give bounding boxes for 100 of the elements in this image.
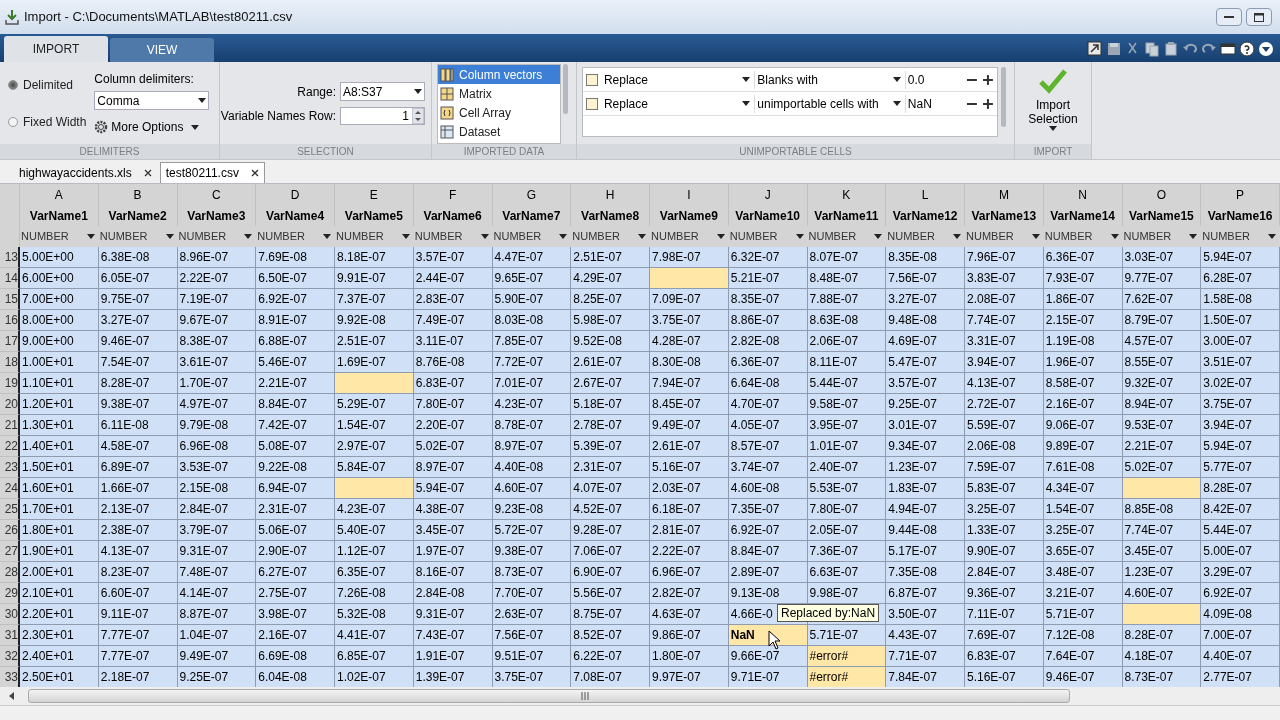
- caret-icon[interactable]: [86, 234, 95, 239]
- radio-button[interactable]: [8, 80, 18, 90]
- caret-icon[interactable]: [742, 77, 751, 82]
- expand-icon[interactable]: [1258, 41, 1274, 57]
- type-dropdown[interactable]: NUMBER: [413, 226, 493, 247]
- caret-icon[interactable]: [1110, 234, 1119, 239]
- checkbox[interactable]: [586, 97, 598, 110]
- names-row-spinner[interactable]: 1: [340, 107, 425, 125]
- caret-icon[interactable]: [165, 234, 174, 239]
- ribbon-tab[interactable]: IMPORT: [4, 36, 108, 62]
- type-dropdown[interactable]: NUMBER: [256, 226, 335, 247]
- type-dropdown[interactable]: NUMBER: [728, 226, 808, 247]
- plus-icon[interactable]: [982, 97, 994, 110]
- caret-icon[interactable]: [244, 234, 253, 239]
- radio-label[interactable]: Fixed Width: [23, 113, 87, 131]
- import-icon[interactable]: [4, 9, 20, 25]
- type-dropdown[interactable]: NUMBER: [965, 226, 1044, 247]
- type-dropdown[interactable]: NUMBER: [571, 226, 650, 247]
- scroll-left-icon[interactable]: [8, 692, 16, 700]
- table-cell: 2.16E-07: [256, 625, 335, 646]
- caret-icon[interactable]: [414, 89, 422, 94]
- caret-icon[interactable]: [191, 124, 200, 130]
- document-tab[interactable]: highwayaccidents.xls: [14, 162, 157, 183]
- type-dropdown[interactable]: NUMBER: [1122, 226, 1202, 247]
- type-dropdown[interactable]: NUMBER: [492, 226, 572, 247]
- list-item[interactable]: Matrix: [438, 84, 560, 103]
- caret-icon[interactable]: [1268, 234, 1276, 239]
- table-cell: 9.97E-07: [650, 667, 729, 687]
- cursor-icon[interactable]: [768, 630, 782, 650]
- ribbon-tab[interactable]: VIEW: [110, 38, 214, 62]
- caret-icon[interactable]: [638, 234, 646, 239]
- caret-icon[interactable]: [716, 234, 725, 239]
- plus-icon[interactable]: [982, 73, 994, 86]
- scrollbar-thumb[interactable]: [563, 64, 568, 114]
- type-dropdown[interactable]: NUMBER: [886, 226, 965, 247]
- braces-icon[interactable]: [440, 105, 454, 120]
- replacement-field[interactable]: NaN: [904, 94, 963, 113]
- columns-icon[interactable]: [440, 67, 454, 82]
- help-icon[interactable]: [1239, 41, 1255, 57]
- caret-icon[interactable]: [892, 77, 901, 82]
- list-item[interactable]: Cell Array: [438, 103, 560, 122]
- caret-icon[interactable]: [742, 101, 751, 106]
- replacement-field[interactable]: 0.0: [904, 70, 963, 89]
- import-selection-button[interactable]: Import Selection: [1018, 68, 1088, 144]
- condition-dropdown[interactable]: unimportable cells with: [754, 94, 901, 113]
- caret-icon[interactable]: [323, 234, 331, 239]
- minimize-icon[interactable]: [1224, 15, 1234, 19]
- caret-icon[interactable]: [1031, 234, 1040, 239]
- caret-icon[interactable]: [401, 234, 410, 239]
- spinner-arrows-icon[interactable]: [412, 108, 424, 124]
- caret-icon[interactable]: [892, 101, 901, 106]
- action-dropdown[interactable]: Replace: [601, 70, 751, 89]
- delimiter-dropdown[interactable]: Comma: [94, 91, 210, 110]
- checkmark-icon[interactable]: [1039, 68, 1067, 94]
- close-icon[interactable]: [250, 169, 259, 177]
- type-dropdown[interactable]: NUMBER: [1043, 226, 1123, 247]
- list-item[interactable]: Column vectors: [438, 65, 560, 84]
- table-cell: 3.48E-07: [1043, 562, 1123, 583]
- table-icon[interactable]: [440, 124, 454, 139]
- caret-icon[interactable]: [1189, 234, 1198, 239]
- caret-icon[interactable]: [953, 234, 961, 239]
- radio-label[interactable]: Delimited: [23, 76, 73, 94]
- caret-icon[interactable]: [480, 234, 489, 239]
- type-dropdown[interactable]: NUMBER: [650, 226, 729, 247]
- document-tab[interactable]: test80211.csv: [159, 162, 265, 183]
- minimize-button[interactable]: [1216, 8, 1242, 26]
- scrollbar-thumb[interactable]: [28, 689, 1070, 703]
- dock-icon[interactable]: [1087, 41, 1103, 57]
- type-dropdown[interactable]: NUMBER: [98, 226, 178, 247]
- list-item[interactable]: Dataset: [438, 122, 560, 141]
- radio-button[interactable]: [8, 117, 18, 127]
- caret-icon[interactable]: [1049, 126, 1057, 131]
- checkbox[interactable]: [586, 73, 598, 86]
- grid-icon[interactable]: [440, 86, 454, 101]
- paste-icon[interactable]: [1163, 41, 1179, 57]
- close-icon[interactable]: [143, 168, 152, 177]
- type-dropdown[interactable]: NUMBER: [1201, 226, 1280, 247]
- condition-dropdown[interactable]: Blanks with: [754, 70, 901, 89]
- more-options-button[interactable]: More Options: [94, 118, 210, 136]
- caret-icon[interactable]: [198, 98, 207, 103]
- type-dropdown[interactable]: NUMBER: [177, 226, 257, 247]
- save-icon[interactable]: [1106, 41, 1122, 57]
- caret-icon[interactable]: [559, 234, 568, 239]
- type-dropdown[interactable]: NUMBER: [807, 226, 887, 247]
- range-field[interactable]: A8:S37: [340, 82, 425, 101]
- gear-icon[interactable]: [94, 120, 109, 134]
- maximize-icon[interactable]: [1254, 12, 1264, 22]
- type-dropdown[interactable]: NUMBER: [20, 226, 99, 247]
- type-dropdown[interactable]: NUMBER: [335, 226, 414, 247]
- scrollbar-thumb[interactable]: [1001, 67, 1006, 127]
- window-icon[interactable]: [1220, 41, 1236, 57]
- action-dropdown[interactable]: Replace: [601, 94, 751, 113]
- caret-icon[interactable]: [874, 234, 883, 239]
- maximize-button[interactable]: [1246, 8, 1272, 26]
- caret-icon[interactable]: [795, 234, 804, 239]
- table-cell: 1.58E-08: [1201, 289, 1280, 310]
- table-cell: 8.73E-07: [1122, 667, 1202, 687]
- table-cell: 2.84E-08: [413, 583, 493, 604]
- grip-icon[interactable]: [581, 692, 589, 700]
- copy-icon[interactable]: [1144, 41, 1160, 57]
